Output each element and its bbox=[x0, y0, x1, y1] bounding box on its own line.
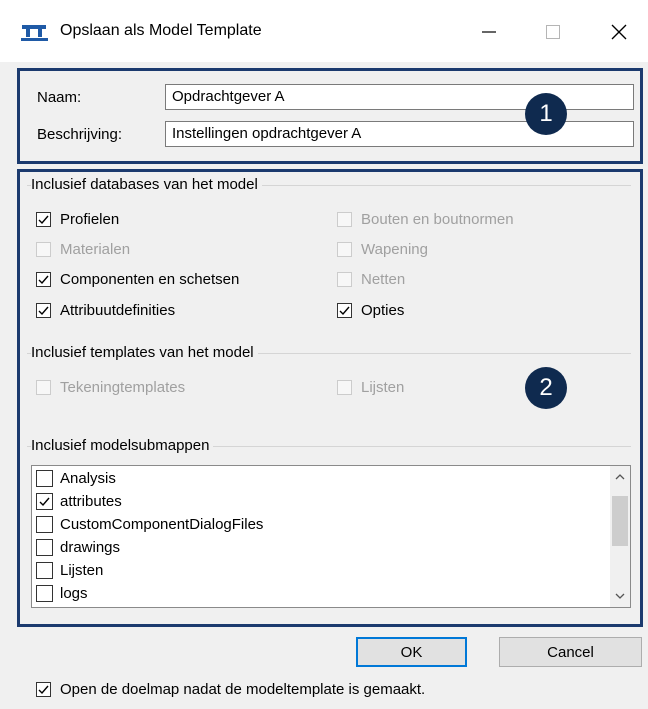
checkbox-netten: Netten bbox=[337, 271, 405, 288]
window-title: Opslaan als Model Template bbox=[60, 22, 262, 39]
minimize-icon bbox=[482, 31, 496, 33]
checkmark-icon bbox=[38, 306, 49, 316]
scroll-up-button[interactable] bbox=[610, 466, 630, 488]
subfolder-listbox[interactable]: Analysis attributes CustomComponentDialo… bbox=[31, 465, 631, 608]
checkmark-icon bbox=[38, 215, 49, 225]
checkbox-lijsten-template: Lijsten bbox=[337, 379, 404, 396]
checkbox-box bbox=[337, 242, 352, 257]
list-item-label: drawings bbox=[60, 539, 121, 556]
checkbox-label: Bouten en boutnormen bbox=[361, 211, 514, 228]
databases-group-title: Inclusief databases van het model bbox=[31, 176, 262, 193]
templates-group-title: Inclusief templates van het model bbox=[31, 344, 258, 361]
title-bar: Opslaan als Model Template bbox=[0, 0, 648, 62]
checkbox-label: Componenten en schetsen bbox=[60, 271, 240, 288]
list-item-customcomponentdialogfiles[interactable]: CustomComponentDialogFiles bbox=[36, 516, 263, 533]
list-item-drawings[interactable]: drawings bbox=[36, 539, 120, 556]
checkbox-box bbox=[36, 303, 51, 318]
checkbox-label: Attribuutdefinities bbox=[60, 302, 176, 319]
description-label: Beschrijving: bbox=[37, 126, 123, 143]
list-item-lijsten[interactable]: Lijsten bbox=[36, 562, 103, 579]
checkbox-bouten: Bouten en boutnormen bbox=[337, 211, 514, 228]
checkbox-materialen: Materialen bbox=[36, 241, 130, 258]
list-item-analysis[interactable]: Analysis bbox=[36, 470, 116, 487]
checkbox-label: Profielen bbox=[60, 211, 120, 228]
list-item-label: Analysis bbox=[60, 470, 116, 487]
checkbox-box bbox=[36, 493, 53, 510]
list-item-label: logs bbox=[60, 585, 88, 602]
maximize-button[interactable] bbox=[530, 12, 576, 52]
checkbox-box bbox=[36, 585, 53, 602]
checkbox-label: Tekeningtemplates bbox=[60, 379, 186, 396]
name-label: Naam: bbox=[37, 89, 82, 106]
list-item-label: CustomComponentDialogFiles bbox=[60, 516, 264, 533]
checkbox-box bbox=[36, 212, 51, 227]
checkbox-label: Lijsten bbox=[361, 379, 405, 396]
checkbox-opties[interactable]: Opties bbox=[337, 302, 404, 319]
checkbox-box bbox=[36, 380, 51, 395]
cancel-button[interactable]: Cancel bbox=[499, 637, 642, 667]
checkbox-box bbox=[337, 380, 352, 395]
checkbox-componenten[interactable]: Componenten en schetsen bbox=[36, 271, 239, 288]
checkbox-box bbox=[36, 516, 53, 533]
checkbox-wapening: Wapening bbox=[337, 241, 428, 258]
checkbox-label: Netten bbox=[361, 271, 406, 288]
callout-badge-1: 1 bbox=[525, 93, 567, 135]
maximize-icon bbox=[546, 25, 560, 39]
checkbox-box bbox=[36, 562, 53, 579]
checkbox-box bbox=[337, 212, 352, 227]
checkbox-box bbox=[36, 242, 51, 257]
list-item-logs[interactable]: logs bbox=[36, 585, 88, 602]
checkbox-box bbox=[337, 272, 352, 287]
chevron-down-icon bbox=[615, 593, 625, 599]
scroll-thumb[interactable] bbox=[612, 496, 628, 546]
checkbox-profielen[interactable]: Profielen bbox=[36, 211, 119, 228]
chevron-up-icon bbox=[615, 474, 625, 480]
checkbox-box bbox=[36, 272, 51, 287]
checkbox-box bbox=[36, 470, 53, 487]
checkbox-attribuutdefinities[interactable]: Attribuutdefinities bbox=[36, 302, 175, 319]
checkbox-box bbox=[337, 303, 352, 318]
checkmark-icon bbox=[39, 497, 50, 507]
checkbox-box bbox=[36, 539, 53, 556]
list-item-label: attributes bbox=[60, 493, 122, 510]
checkbox-label: Opties bbox=[361, 302, 405, 319]
checkmark-icon bbox=[339, 306, 350, 316]
checkbox-label: Materialen bbox=[60, 241, 131, 258]
close-icon bbox=[611, 24, 627, 40]
list-item-label: Lijsten bbox=[60, 562, 104, 579]
checkbox-label: Wapening bbox=[361, 241, 428, 258]
scroll-down-button[interactable] bbox=[610, 585, 630, 607]
callout-badge-2: 2 bbox=[525, 367, 567, 409]
checkbox-open-folder[interactable]: Open de doelmap nadat de modeltemplate i… bbox=[36, 681, 425, 698]
vertical-scrollbar[interactable] bbox=[610, 466, 630, 607]
checkmark-icon bbox=[38, 685, 49, 695]
minimize-button[interactable] bbox=[466, 12, 512, 52]
close-button[interactable] bbox=[596, 12, 642, 52]
checkbox-tekeningtemplates: Tekeningtemplates bbox=[36, 379, 185, 396]
checkbox-label: Open de doelmap nadat de modeltemplate i… bbox=[60, 681, 426, 698]
checkbox-box bbox=[36, 682, 51, 697]
app-icon bbox=[21, 25, 48, 41]
subfolders-group-title: Inclusief modelsubmappen bbox=[31, 437, 214, 454]
ok-button[interactable]: OK bbox=[356, 637, 467, 667]
checkmark-icon bbox=[38, 275, 49, 285]
list-item-attributes[interactable]: attributes bbox=[36, 493, 122, 510]
